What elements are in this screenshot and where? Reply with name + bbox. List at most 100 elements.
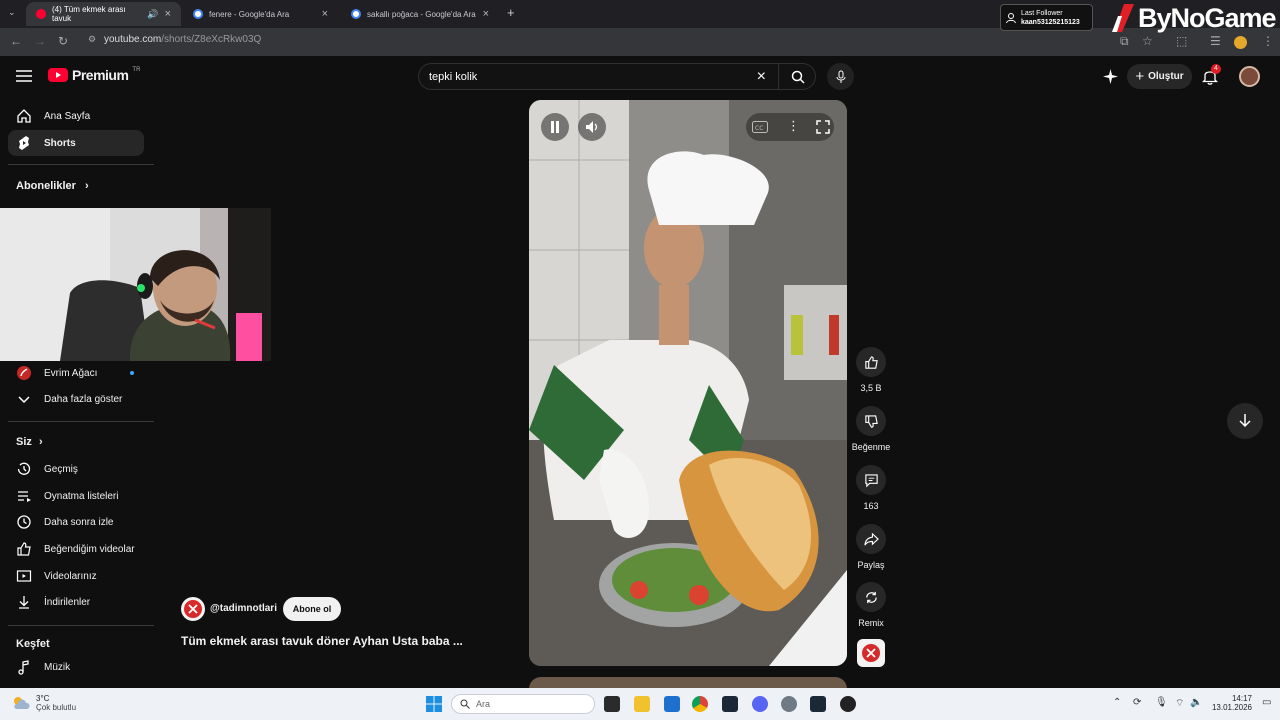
dislike-button[interactable]: Beğenme: [850, 406, 892, 452]
microphone-tray-icon[interactable]: 🎙: [1155, 697, 1168, 708]
obs-icon[interactable]: [840, 696, 856, 712]
you-heading[interactable]: Siz ›: [16, 436, 43, 448]
volume-button[interactable]: [578, 113, 606, 141]
channel-handle[interactable]: @tadimnotlari: [210, 603, 277, 614]
home-icon: [17, 109, 31, 123]
hamburger-menu-icon[interactable]: [16, 70, 32, 82]
sidebar-item-label: Daha sonra izle: [44, 516, 114, 528]
tab-search-icon[interactable]: ⌄: [8, 7, 16, 18]
comments-button[interactable]: 163: [850, 465, 892, 511]
sidebar-item-music[interactable]: Müzik: [8, 654, 144, 680]
tab-title: sakallı poğaca - Google'da Ara: [367, 9, 476, 19]
sidebar-item-home[interactable]: Ana Sayfa: [8, 103, 144, 129]
channel-thumbnail[interactable]: [857, 639, 885, 667]
tab-close-icon[interactable]: ×: [322, 8, 328, 20]
chrome-icon[interactable]: [692, 696, 708, 712]
like-button[interactable]: 3,5 B: [850, 347, 892, 393]
short-video-player[interactable]: CC ⋮: [529, 100, 847, 666]
search-divider: [778, 63, 779, 90]
url-field[interactable]: youtube.com/shorts/Z8eXcRkw03Q: [104, 34, 261, 45]
new-tab-button[interactable]: +: [507, 5, 515, 20]
sidebar-item-shorts[interactable]: Shorts: [8, 130, 144, 156]
tab-list-icon[interactable]: ☰: [1210, 34, 1221, 48]
channel-avatar[interactable]: [181, 597, 205, 621]
speaker-tray-icon[interactable]: 🔈: [1190, 697, 1202, 708]
subscriptions-heading[interactable]: Abonelikler ›: [16, 180, 89, 192]
sidebar-item-playlists[interactable]: Oynatma listeleri: [8, 483, 144, 509]
reload-icon[interactable]: ↻: [58, 34, 68, 48]
windows-start-icon[interactable]: [426, 696, 442, 712]
google-favicon-icon: [193, 9, 203, 19]
sidebar-item-downloads[interactable]: İndirilenler: [8, 589, 144, 615]
shorts-icon: [19, 136, 29, 150]
settings-icon[interactable]: [781, 696, 797, 712]
tab-google-fenere[interactable]: fenere - Google'da Ara ×: [183, 2, 338, 26]
sidebar-item-watch-later[interactable]: Daha sonra izle: [8, 509, 144, 535]
tadimnotlari-logo-icon: [184, 600, 202, 618]
video-icon: [16, 570, 32, 582]
notification-center-icon[interactable]: ▭: [1262, 697, 1271, 708]
clear-search-icon[interactable]: ×: [757, 68, 766, 86]
sidebar-item-liked-videos[interactable]: Beğendiğim videolar: [8, 536, 144, 562]
store-icon[interactable]: [664, 696, 680, 712]
thumbs-up-icon: [864, 355, 878, 369]
subscribe-button[interactable]: Abone ol: [283, 597, 341, 621]
system-clock[interactable]: 14:17 13.01.2026: [1210, 694, 1252, 712]
site-info-icon[interactable]: ⚙: [88, 34, 96, 45]
video-frame-image: [529, 100, 847, 666]
sync-icon[interactable]: ⟳: [1133, 697, 1141, 708]
sidebar-item-your-videos[interactable]: Videolarınız: [8, 563, 144, 589]
share-button[interactable]: Paylaş: [850, 524, 892, 570]
clock-icon: [17, 515, 31, 529]
cast-icon[interactable]: ⧉: [1120, 34, 1129, 49]
wifi-icon[interactable]: ⌔: [1175, 697, 1184, 710]
tab-youtube[interactable]: (4) Tüm ekmek arası tavuk 🔊 ×: [26, 2, 181, 26]
tab-google-pogaca[interactable]: sakallı poğaca - Google'da Ara ×: [341, 2, 499, 26]
create-button[interactable]: + Oluştur: [1127, 64, 1192, 89]
taskbar-search-input[interactable]: Ara: [451, 694, 595, 714]
short-title[interactable]: Tüm ekmek arası tavuk döner Ayhan Usta b…: [181, 634, 463, 648]
captions-icon[interactable]: CC: [752, 121, 768, 133]
voice-search-button[interactable]: [827, 63, 854, 90]
address-bar-row: ← → ↻ ⚙ youtube.com/shorts/Z8eXcRkw03Q ⧉…: [0, 28, 1280, 56]
clock-date: 13.01.2026: [1211, 703, 1252, 712]
sidebar-item-label: Videolarınız: [44, 570, 97, 582]
share-icon: [863, 532, 879, 545]
remix-button[interactable]: Remix: [850, 582, 892, 628]
browser-menu-icon[interactable]: ⋮: [1262, 34, 1274, 48]
gemini-sparkle-icon[interactable]: [1103, 69, 1118, 84]
account-avatar[interactable]: [1239, 66, 1260, 87]
file-explorer-icon[interactable]: [634, 696, 650, 712]
comment-count: 163: [863, 501, 879, 511]
next-short-button[interactable]: [1227, 403, 1263, 439]
fullscreen-icon[interactable]: [816, 120, 830, 134]
notifications-button[interactable]: 4: [1201, 64, 1221, 88]
sidebar-item-show-more[interactable]: Daha fazla göster: [8, 386, 144, 412]
speaker-icon[interactable]: 🔊: [147, 9, 158, 20]
pause-button[interactable]: [541, 113, 569, 141]
search-icon[interactable]: [791, 70, 805, 84]
back-icon[interactable]: ←: [10, 34, 22, 48]
music-note-icon: [18, 660, 29, 675]
extensions-icon[interactable]: ⬚: [1176, 34, 1187, 48]
forward-icon[interactable]: →: [34, 34, 46, 48]
bookmark-star-icon[interactable]: ☆: [1142, 34, 1153, 48]
webcam-image: [0, 208, 271, 361]
more-options-icon[interactable]: ⋮: [787, 118, 800, 134]
tab-close-icon[interactable]: ×: [165, 8, 171, 20]
tab-title: (4) Tüm ekmek arası tavuk: [52, 5, 126, 23]
discord-icon[interactable]: [752, 696, 768, 712]
youtube-premium-logo[interactable]: Premium TR: [48, 67, 140, 83]
tab-close-icon[interactable]: ×: [483, 8, 489, 20]
search-input[interactable]: tepki kolik ×: [418, 63, 816, 90]
sidebar-item-label: Müzik: [44, 661, 71, 673]
sidebar-divider: [8, 164, 154, 165]
steam-icon[interactable]: [722, 696, 738, 712]
sidebar-item-evrim-agaci[interactable]: Evrim Ağacı: [8, 360, 144, 386]
sidebar-item-history[interactable]: Geçmiş: [8, 456, 144, 482]
task-view-icon[interactable]: [604, 696, 620, 712]
profile-icon[interactable]: [1234, 36, 1247, 49]
steam-icon-2[interactable]: [810, 696, 826, 712]
chevron-up-icon[interactable]: ⌃: [1113, 697, 1121, 708]
weather-widget[interactable]: 3°C Çok bulutlu: [12, 694, 76, 712]
